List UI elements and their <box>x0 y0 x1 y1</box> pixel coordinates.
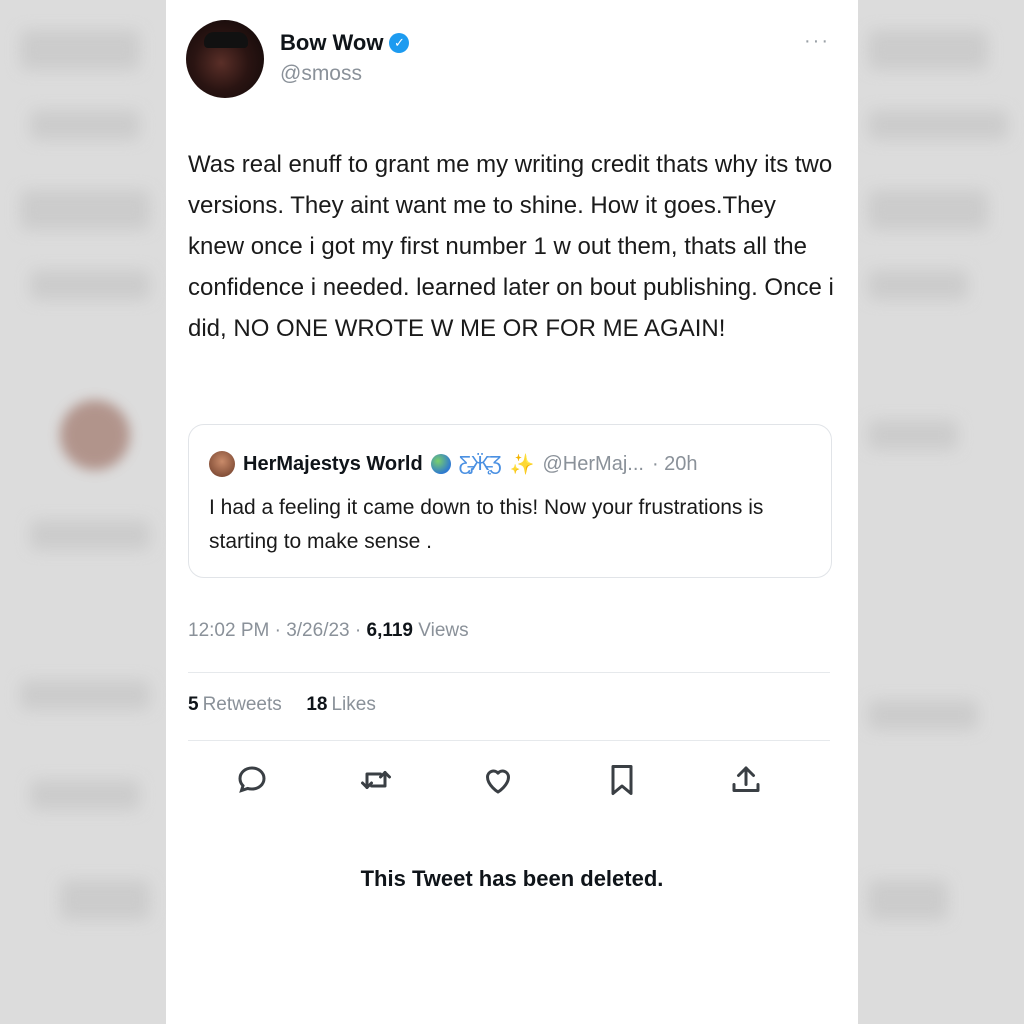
globe-emoji-icon <box>430 454 451 474</box>
more-horizontal-icon[interactable]: ··· <box>804 30 830 53</box>
reply-icon[interactable] <box>234 762 270 798</box>
views-label: Views <box>418 620 469 641</box>
retweets-count[interactable]: 5 <box>188 694 199 715</box>
share-icon[interactable] <box>728 762 764 798</box>
author-avatar[interactable] <box>186 20 264 98</box>
like-icon[interactable] <box>480 762 516 798</box>
likes-count[interactable]: 18 <box>306 694 327 715</box>
quoted-tweet-text: I had a feeling it came down to this! No… <box>209 496 764 553</box>
quoted-author-handle: @HerMaj... <box>542 452 644 475</box>
quoted-author-name: HerMajestys World <box>243 452 423 475</box>
tweet-timestamp[interactable]: 12:02 PM · 3/26/23 · <box>188 620 367 641</box>
divider <box>188 672 830 673</box>
tweet-text: Was real enuff to grant me my writing cr… <box>188 151 834 342</box>
author-handle[interactable]: @smoss <box>280 62 362 86</box>
bookmark-icon[interactable] <box>604 762 640 798</box>
deleted-tweet-notice: This Tweet has been deleted. <box>360 866 664 891</box>
tweet-card: Bow Wow ✓ @smoss ··· Was real enuff to g… <box>166 0 858 1024</box>
action-bar <box>234 762 794 802</box>
quoted-tweet[interactable]: HerMajestys World Ƹ̵̡Ӝ̵̨̄Ʒ ✨ @HerMaj... … <box>188 424 832 578</box>
likes-label[interactable]: Likes <box>331 694 375 715</box>
sparkles-emoji-icon: ✨ <box>509 453 535 476</box>
quoted-tweet-age: · 20h <box>651 452 698 475</box>
quoted-author-avatar <box>209 451 235 477</box>
background-blur-left <box>0 0 166 1024</box>
retweets-label[interactable]: Retweets <box>203 694 282 715</box>
quoted-tweet-header: HerMajestys World Ƹ̵̡Ӝ̵̨̄Ʒ ✨ @HerMaj... … <box>209 451 698 477</box>
butterfly-emoji-icon: Ƹ̵̡Ӝ̵̨̄Ʒ <box>458 452 502 475</box>
verified-badge-icon: ✓ <box>389 33 410 53</box>
divider <box>188 740 830 741</box>
retweet-icon[interactable] <box>358 762 394 798</box>
tweet-meta: 12:02 PM · 3/26/23 · 6,119 Views <box>188 620 469 642</box>
tweet-stats: 5 Retweets 18 Likes <box>188 694 376 716</box>
author-name-row[interactable]: Bow Wow ✓ <box>280 30 410 56</box>
author-name[interactable]: Bow Wow <box>280 30 383 56</box>
background-blur-right <box>858 0 1024 1024</box>
views-count: 6,119 <box>366 620 414 641</box>
